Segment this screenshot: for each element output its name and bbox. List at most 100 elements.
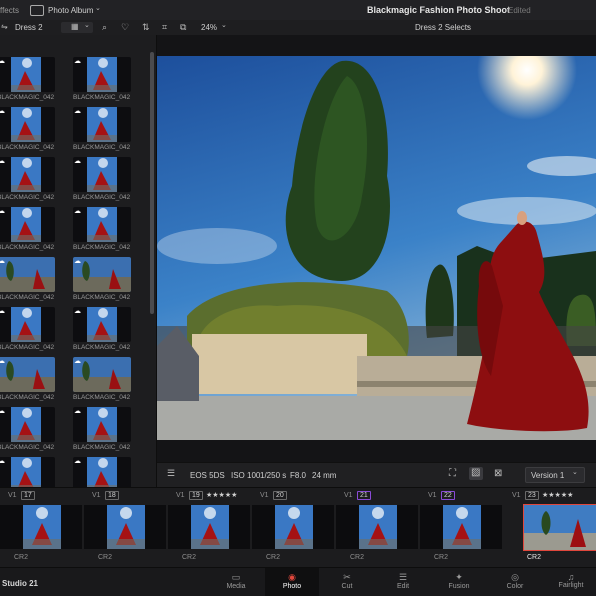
shutter-value: 1/250 s xyxy=(260,471,287,480)
clip-format: CR2 xyxy=(434,554,449,561)
aperture-value: F8.0 xyxy=(290,471,307,480)
browser-thumbnail[interactable]: ☁ xyxy=(73,157,131,192)
browser-thumbnail[interactable]: ☁ xyxy=(0,207,55,242)
cloud-icon: ☁ xyxy=(0,457,5,465)
image-compare-icon[interactable]: ⛶ xyxy=(449,469,456,479)
search-icon[interactable]: ⌕ xyxy=(102,23,107,32)
main-photo[interactable] xyxy=(157,56,596,440)
version-label: Version 1 xyxy=(531,471,565,480)
zoom-level[interactable]: 24% xyxy=(201,23,217,32)
thumbnail-label: BLACKMAGIC_042 xyxy=(73,244,131,251)
browser-thumbnail[interactable]: ☁ xyxy=(73,107,131,142)
effects-tab[interactable]: ffects xyxy=(0,6,19,15)
camera-model: EOS 5DS xyxy=(190,471,225,480)
browser-thumbnail[interactable]: ☁ xyxy=(0,407,55,442)
timeline-clip[interactable] xyxy=(252,505,334,549)
cloud-icon: ☁ xyxy=(0,357,5,365)
browser-thumbnail[interactable]: ☁ xyxy=(73,57,131,92)
sort-icon[interactable]: ⇅ xyxy=(142,23,150,32)
browser-thumbnail[interactable]: ☁ xyxy=(73,457,131,487)
browser-thumbnail[interactable]: ☁ xyxy=(0,57,55,92)
metadata-icon[interactable]: ☰ xyxy=(167,469,175,478)
page-tab-color[interactable]: ◎ Color xyxy=(488,568,542,596)
page-tab-media[interactable]: ▭ Media xyxy=(209,568,263,596)
clip-format: CR2 xyxy=(98,554,113,561)
clip-number: 20 xyxy=(273,491,287,500)
thumbnail-label: BLACKMAGIC_042 xyxy=(0,444,55,451)
chevron-down-icon: ⌄ xyxy=(84,22,90,29)
page-tab-label: Cut xyxy=(341,583,353,590)
selects-title[interactable]: Dress 2 Selects xyxy=(415,23,471,32)
browser-thumbnail[interactable]: ☁ xyxy=(73,357,131,392)
page-tab-edit[interactable]: ☰ Edit xyxy=(376,568,430,596)
browser-thumbnail[interactable]: ☁ xyxy=(0,157,55,192)
image-delete-icon[interactable]: ⊠ xyxy=(494,469,502,479)
thumbnail-label: BLACKMAGIC_042 xyxy=(0,344,55,351)
crop-icon[interactable]: ⌗ xyxy=(162,23,167,32)
chevron-down-icon[interactable]: ⌄ xyxy=(465,22,471,29)
thumbnail-label: BLACKMAGIC_042 xyxy=(0,144,55,151)
page-tab-label: Photo xyxy=(282,583,302,590)
fusion-page-icon: ✦ xyxy=(455,572,463,582)
timeline: V1 17 CR2 V1 18 CR2 V1 19 ★★★★★ CR2 V1 20 CR2 V1 21 CR2… xyxy=(0,487,596,568)
cloud-icon: ☁ xyxy=(74,108,81,115)
browser-thumbnail[interactable]: ☁ xyxy=(0,107,55,142)
page-tab-cut[interactable]: ✂ Cut xyxy=(320,568,374,596)
star-rating[interactable]: ★★★★★ xyxy=(542,491,573,499)
track-label: V1 xyxy=(512,492,521,499)
page-bar: Studio 21 ▭ Media ◉ Photo ✂ Cut ☰ Edit ✦ Fusion ◎ C… xyxy=(0,567,596,596)
cloud-icon: ☁ xyxy=(0,157,5,165)
thumbnail-label: BLACKMAGIC_042 xyxy=(0,94,55,101)
chevron-down-icon[interactable]: ⌄ xyxy=(95,5,101,12)
view-mode-button[interactable]: ▦ ⌄ xyxy=(61,22,93,33)
album-tab[interactable]: Photo Album xyxy=(48,6,93,15)
sidebar-toggle-icon[interactable]: ⇋ xyxy=(1,23,8,31)
clip-format: CR2 xyxy=(14,554,29,561)
version-select[interactable]: Version 1 ⌄ xyxy=(525,467,585,483)
timeline-clip[interactable] xyxy=(420,505,502,549)
media-browser: ☁ BLACKMAGIC_042 ☁ BLACKMAGIC_042 ☁ BLACKMAGI… xyxy=(0,35,157,487)
cloud-icon: ☁ xyxy=(74,408,81,415)
top-bar: ffects Photo Album ⌄ Blackmagic Fashion … xyxy=(0,0,596,21)
thumbnail-label: BLACKMAGIC_042 xyxy=(0,194,55,201)
cloud-icon: ☁ xyxy=(74,58,81,65)
page-tab-fairlight[interactable]: ♫ Fairlight xyxy=(544,568,596,596)
cloud-icon: ☁ xyxy=(0,57,5,65)
timeline-clip[interactable] xyxy=(523,504,596,551)
timeline-clip[interactable] xyxy=(336,505,418,549)
track-label: V1 xyxy=(428,492,437,499)
media-page-icon: ▭ xyxy=(231,572,241,582)
track-label: V1 xyxy=(92,492,101,499)
color-page-icon: ◎ xyxy=(511,572,519,582)
track-label: V1 xyxy=(260,492,269,499)
image-icon[interactable]: ▨ xyxy=(469,467,483,480)
compare-icon[interactable]: ⧉ xyxy=(180,23,186,32)
chevron-down-icon: ⌄ xyxy=(572,469,578,476)
cloud-icon: ☁ xyxy=(0,107,5,115)
grid-icon: ▦ xyxy=(71,22,79,31)
browser-thumbnail[interactable]: ☁ xyxy=(0,257,55,292)
fairlight-page-icon: ♫ xyxy=(567,572,575,582)
album-icon xyxy=(30,5,44,16)
heart-icon[interactable]: ♡ xyxy=(121,23,129,32)
browser-thumbnail[interactable]: ☁ xyxy=(0,307,55,342)
timeline-clip[interactable] xyxy=(84,505,166,549)
browser-thumbnail[interactable]: ☁ xyxy=(73,407,131,442)
timeline-clip[interactable] xyxy=(168,505,250,549)
chevron-down-icon[interactable]: ⌄ xyxy=(221,22,227,29)
page-tab-photo[interactable]: ◉ Photo xyxy=(265,568,319,596)
star-rating[interactable]: ★★★★★ xyxy=(206,491,237,499)
browser-thumbnail[interactable]: ☁ xyxy=(73,307,131,342)
page-tab-fusion[interactable]: ✦ Fusion xyxy=(432,568,486,596)
browser-scrollbar[interactable] xyxy=(150,52,154,314)
page-tab-label: Fairlight xyxy=(558,582,584,589)
project-status: Edited xyxy=(508,6,531,15)
timeline-clip[interactable] xyxy=(0,505,82,549)
browser-thumbnail[interactable]: ☁ xyxy=(0,457,55,487)
album-name[interactable]: Dress 2 xyxy=(15,23,43,32)
browser-thumbnail[interactable]: ☁ xyxy=(73,257,131,292)
browser-thumbnail[interactable]: ☁ xyxy=(73,207,131,242)
thumbnail-label: BLACKMAGIC_042 xyxy=(0,244,55,251)
browser-thumbnail[interactable]: ☁ xyxy=(0,357,55,392)
page-tab-label: Edit xyxy=(396,583,410,590)
